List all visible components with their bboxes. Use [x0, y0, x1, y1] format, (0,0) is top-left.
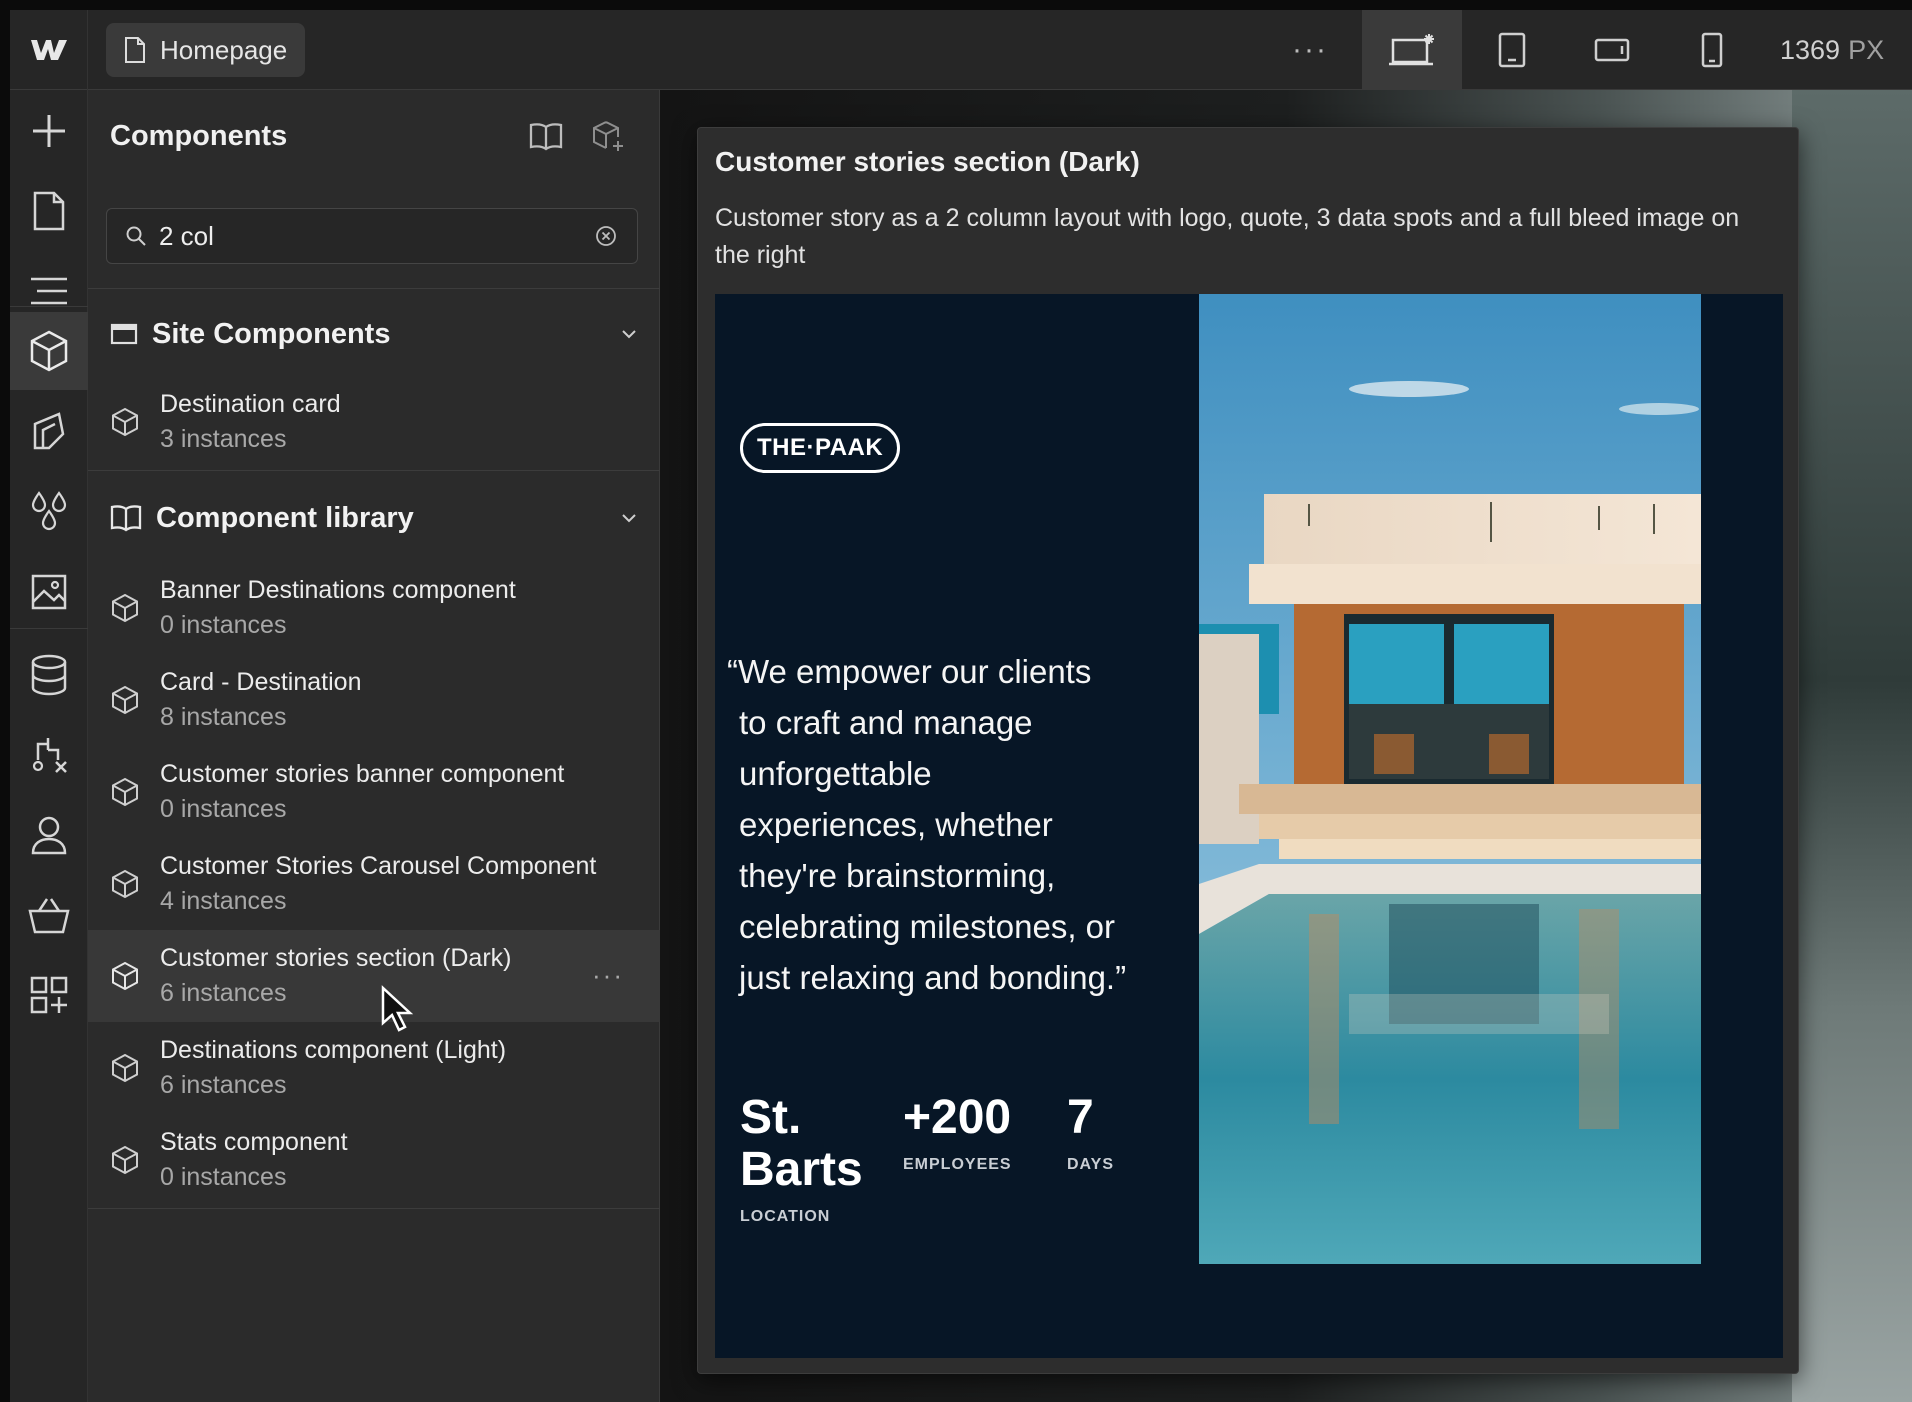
- search-icon: [126, 226, 146, 246]
- component-search-box[interactable]: [106, 208, 638, 264]
- cms-icon[interactable]: [10, 636, 88, 714]
- site-components-icon: [110, 323, 138, 345]
- rail-divider: [10, 628, 88, 629]
- component-icon: [112, 1053, 138, 1083]
- component-name: Customer stories section (Dark): [160, 944, 512, 972]
- list-item-component[interactable]: Customer stories banner component 0 inst…: [88, 746, 660, 838]
- preview-title: Customer stories section (Dark): [715, 146, 1140, 177]
- ecommerce-icon[interactable]: [10, 876, 88, 954]
- assets-icon[interactable]: [10, 552, 88, 630]
- library-book-icon: [110, 505, 142, 532]
- testimonial-quote: “We empower our clients to craft and man…: [727, 653, 1127, 996]
- page-icon: [125, 37, 145, 63]
- left-toolbar: [10, 90, 88, 1402]
- preview-description: Customer story as a 2 column layout with…: [715, 204, 1740, 269]
- clear-search-icon[interactable]: [593, 223, 619, 249]
- create-component-icon[interactable]: [588, 116, 628, 156]
- component-icon: [112, 869, 138, 899]
- tablet-breakpoint-icon[interactable]: [1462, 10, 1562, 90]
- component-icon: [112, 685, 138, 715]
- component-icon: [112, 407, 138, 437]
- chevron-down-icon[interactable]: [620, 512, 638, 524]
- canvas-width-unit: PX: [1848, 34, 1885, 65]
- component-library-header[interactable]: Component library: [88, 478, 660, 558]
- top-bar: Homepage ··· 1369 PX: [10, 10, 1912, 90]
- mouse-cursor-icon: [380, 985, 414, 1038]
- canvas-background-image: [1792, 90, 1912, 1402]
- components-panel: Components Site Components Destinati: [88, 90, 660, 1402]
- search-input[interactable]: [159, 220, 581, 252]
- component-instance-count: 6 instances: [160, 1071, 287, 1099]
- list-item-component[interactable]: Stats component 0 instances: [88, 1114, 660, 1206]
- canvas-width-readout[interactable]: 1369 PX: [1780, 10, 1884, 90]
- component-instance-count: 0 instances: [160, 1163, 287, 1191]
- villa-pool-photo: [1199, 294, 1701, 1264]
- component-instance-count: 0 instances: [160, 795, 287, 823]
- list-item-component-hovered[interactable]: Customer stories section (Dark) 6 instan…: [88, 930, 660, 1022]
- panel-header: Components: [88, 90, 660, 180]
- page-selector[interactable]: Homepage: [106, 23, 306, 77]
- component-more-options-button[interactable]: ···: [592, 960, 624, 991]
- apps-icon[interactable]: [10, 956, 88, 1034]
- list-item-component[interactable]: Destinations component (Light) 6 instanc…: [88, 1022, 660, 1114]
- stat-location: St. Barts LOCATION: [740, 1091, 863, 1226]
- component-name: Banner Destinations component: [160, 576, 516, 604]
- component-instance-count: 8 instances: [160, 703, 287, 731]
- list-item-component[interactable]: Destination card 3 instances: [88, 376, 660, 468]
- panel-divider: [88, 470, 660, 471]
- users-icon[interactable]: [10, 796, 88, 874]
- component-instance-count: 0 instances: [160, 611, 287, 639]
- stat-employees: +200 EMPLOYEES: [903, 1092, 1012, 1174]
- component-icon: [112, 777, 138, 807]
- panel-title: Components: [110, 120, 288, 152]
- component-instance-count: 4 instances: [160, 887, 287, 915]
- component-name: Customer Stories Carousel Component: [160, 852, 597, 880]
- site-components-header[interactable]: Site Components: [88, 294, 660, 374]
- component-name: Card - Destination: [160, 668, 362, 696]
- stat-label: DAYS: [1067, 1156, 1114, 1173]
- library-book-icon[interactable]: [526, 116, 566, 156]
- component-instance-count: 3 instances: [160, 425, 287, 453]
- component-library-label: Component library: [156, 501, 414, 534]
- add-icon[interactable]: [10, 92, 88, 170]
- preview-thumbnail: THE·PAAK “We empower our clients to craf…: [715, 294, 1783, 1358]
- panel-divider: [88, 288, 660, 289]
- panel-divider: [88, 1208, 660, 1209]
- list-item-component[interactable]: Banner Destinations component 0 instance…: [88, 562, 660, 654]
- logic-icon[interactable]: [10, 716, 88, 794]
- list-item-component[interactable]: Customer Stories Carousel Component 4 in…: [88, 838, 660, 930]
- mobile-landscape-breakpoint-icon[interactable]: [1562, 10, 1662, 90]
- stat-value: +200: [903, 1091, 1012, 1144]
- stat-label: LOCATION: [740, 1208, 831, 1225]
- component-preview-card: Customer stories section (Dark) Customer…: [697, 127, 1799, 1374]
- canvas-width-value: 1369: [1780, 34, 1841, 65]
- component-icon: [112, 1145, 138, 1175]
- component-icon: [112, 961, 138, 991]
- page-name: Homepage: [160, 34, 288, 65]
- chevron-down-icon[interactable]: [620, 328, 638, 340]
- component-name: Stats component: [160, 1128, 348, 1156]
- component-name: Customer stories banner component: [160, 760, 565, 788]
- site-components-label: Site Components: [152, 317, 391, 350]
- stat-value: 7: [1067, 1091, 1094, 1144]
- list-item-component[interactable]: Card - Destination 8 instances: [88, 654, 660, 746]
- webflow-logo-icon[interactable]: [10, 10, 88, 90]
- component-name: Destination card: [160, 390, 341, 418]
- stat-label: EMPLOYEES: [903, 1156, 1012, 1173]
- components-icon[interactable]: [10, 312, 88, 390]
- desktop-base-breakpoint-icon[interactable]: [1362, 10, 1462, 90]
- variables-icon[interactable]: [10, 472, 88, 550]
- more-options-button[interactable]: ···: [1280, 10, 1340, 90]
- brand-logo: THE·PAAK: [740, 423, 901, 473]
- webflow-designer: Homepage ··· 1369 PX Components 2 col Si…: [10, 10, 1912, 1402]
- mobile-portrait-breakpoint-icon[interactable]: [1662, 10, 1762, 90]
- rail-divider: [10, 306, 88, 307]
- stat-days: 7 DAYS: [1067, 1092, 1114, 1174]
- pages-icon[interactable]: [10, 172, 88, 250]
- component-icon: [112, 593, 138, 623]
- component-name: Destinations component (Light): [160, 1036, 507, 1064]
- component-instance-count: 6 instances: [160, 979, 287, 1007]
- style-selector-icon[interactable]: [10, 392, 88, 470]
- stat-value: St. Barts: [740, 1091, 863, 1196]
